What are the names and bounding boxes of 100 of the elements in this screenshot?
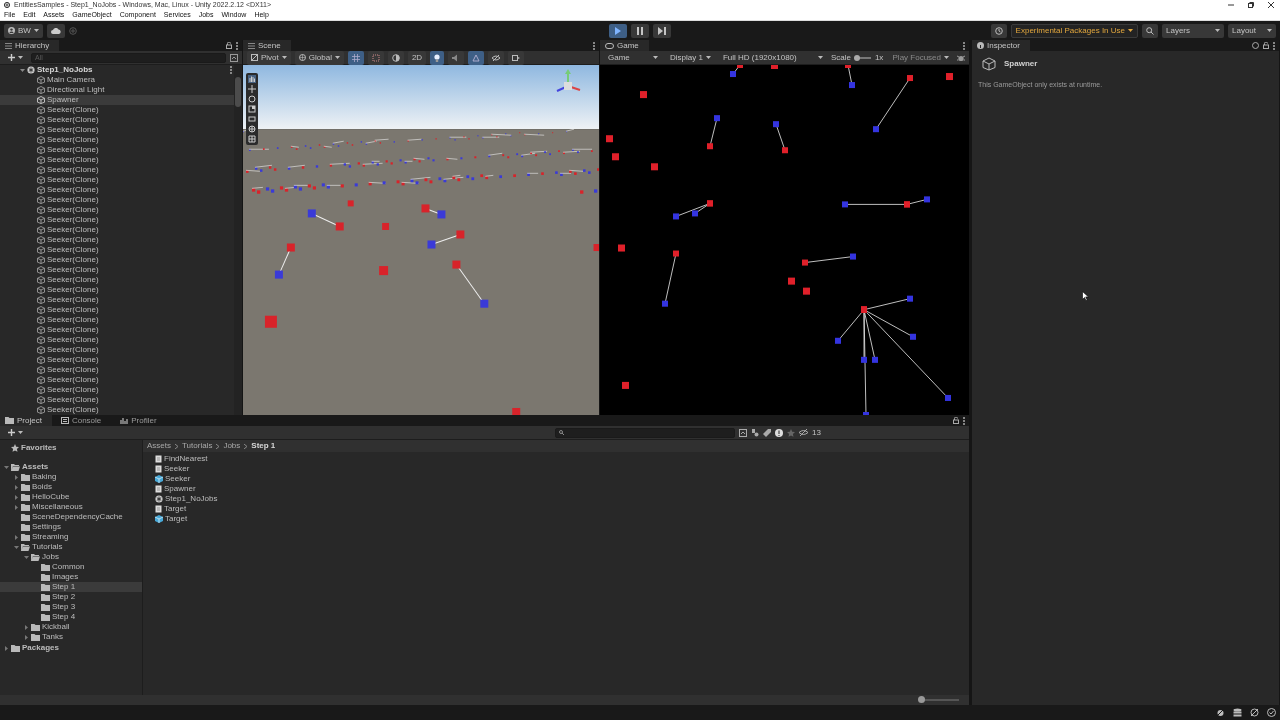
- scale-slider-thumb[interactable]: [854, 54, 861, 61]
- hierarchy-item[interactable]: Seeker(Clone): [0, 255, 234, 265]
- close-icon[interactable]: [1268, 2, 1274, 8]
- panel-tab[interactable]: Game: [600, 40, 649, 51]
- hierarchy-item[interactable]: Seeker(Clone): [0, 335, 234, 345]
- collapsed-arrow-icon[interactable]: [4, 645, 9, 651]
- folder-item[interactable]: SceneDependencyCache: [0, 512, 142, 522]
- hierarchy-item[interactable]: Seeker(Clone): [0, 225, 234, 235]
- scene-filter-icon[interactable]: [739, 428, 747, 437]
- favorites-item[interactable]: Favorites: [0, 443, 142, 453]
- hierarchy-item[interactable]: Seeker(Clone): [0, 155, 234, 165]
- layout-dropdown[interactable]: Layout: [1228, 23, 1276, 38]
- breadcrumb-link[interactable]: Tutorials: [182, 441, 213, 451]
- folder-item[interactable]: Tutorials: [0, 542, 142, 552]
- hierarchy-item[interactable]: Seeker(Clone): [0, 405, 234, 415]
- asset-item[interactable]: Step1_NoJobs: [155, 494, 957, 504]
- folder-item[interactable]: Assets: [0, 462, 142, 472]
- folder-item[interactable]: Step 2: [0, 592, 142, 602]
- lock-icon[interactable]: [226, 42, 232, 49]
- scene-root-item[interactable]: Step1_NoJobs: [0, 65, 234, 75]
- step-button[interactable]: [653, 23, 671, 38]
- hierarchy-item[interactable]: Spawner: [0, 95, 234, 105]
- rotate-icon[interactable]: [248, 95, 256, 103]
- account-dropdown[interactable]: BW: [4, 23, 43, 38]
- search-button[interactable]: [1142, 23, 1158, 38]
- asset-item[interactable]: FindNearest: [155, 454, 957, 464]
- breadcrumb-link[interactable]: Jobs: [223, 441, 241, 451]
- restore-icon[interactable]: [1248, 2, 1254, 8]
- breadcrumb-link[interactable]: Step 1: [251, 441, 276, 451]
- panel-tab[interactable]: Project: [0, 415, 52, 426]
- hierarchy-item[interactable]: Seeker(Clone): [0, 325, 234, 335]
- cache-server-icon[interactable]: [1233, 708, 1242, 717]
- hierarchy-item[interactable]: Seeker(Clone): [0, 175, 234, 185]
- custom-tool-icon[interactable]: [248, 135, 256, 143]
- hierarchy-item[interactable]: Seeker(Clone): [0, 145, 234, 155]
- play-mode-dropdown[interactable]: Play Focused: [888, 50, 953, 65]
- play-button[interactable]: [609, 23, 627, 38]
- rect-tool-icon[interactable]: [248, 115, 256, 123]
- hierarchy-item[interactable]: Seeker(Clone): [0, 115, 234, 125]
- hierarchy-item[interactable]: Seeker(Clone): [0, 185, 234, 195]
- collapsed-arrow-icon[interactable]: [14, 474, 19, 480]
- hidden-packages-icon[interactable]: [799, 429, 808, 436]
- warning-icon[interactable]: [775, 428, 783, 437]
- hierarchy-item[interactable]: Main Camera: [0, 75, 234, 85]
- hierarchy-item[interactable]: Seeker(Clone): [0, 135, 234, 145]
- lock-icon[interactable]: [953, 417, 959, 424]
- hierarchy-item[interactable]: Seeker(Clone): [0, 305, 234, 315]
- folder-item[interactable]: HelloCube: [0, 492, 142, 502]
- star-icon[interactable]: [787, 428, 795, 437]
- asset-item[interactable]: Seeker: [155, 464, 957, 474]
- scene-visibility-icon[interactable]: [230, 53, 238, 62]
- packages-dropdown[interactable]: Experimental Packages In Use: [1010, 23, 1138, 38]
- hierarchy-item[interactable]: Seeker(Clone): [0, 375, 234, 385]
- hierarchy-item[interactable]: Seeker(Clone): [0, 345, 234, 355]
- type-filter-icon[interactable]: [751, 428, 759, 437]
- resolution-dropdown[interactable]: Full HD (1920x1080): [718, 50, 827, 65]
- hierarchy-item[interactable]: Seeker(Clone): [0, 215, 234, 225]
- move-icon[interactable]: [248, 85, 256, 93]
- hierarchy-item[interactable]: Seeker(Clone): [0, 235, 234, 245]
- minimize-icon[interactable]: [1228, 2, 1234, 8]
- expanded-arrow-icon[interactable]: [4, 464, 9, 470]
- asset-item[interactable]: Seeker: [155, 474, 957, 484]
- hierarchy-item[interactable]: Seeker(Clone): [0, 245, 234, 255]
- history-button[interactable]: [990, 23, 1007, 38]
- asset-item[interactable]: Target: [155, 504, 957, 514]
- expanded-arrow-icon[interactable]: [14, 544, 19, 550]
- scale-icon[interactable]: [248, 105, 256, 113]
- zoom-slider-thumb[interactable]: [918, 696, 925, 703]
- folder-item[interactable]: Boids: [0, 482, 142, 492]
- hand-icon[interactable]: [248, 75, 256, 83]
- layers-dropdown[interactable]: Layers: [1162, 23, 1224, 38]
- label-icon[interactable]: [763, 428, 771, 437]
- scrollbar-thumb[interactable]: [235, 77, 241, 107]
- hierarchy-item[interactable]: Seeker(Clone): [0, 165, 234, 175]
- folder-item[interactable]: Jobs: [0, 552, 142, 562]
- hierarchy-item[interactable]: Seeker(Clone): [0, 395, 234, 405]
- lock-icon[interactable]: [1263, 42, 1269, 49]
- target-icon[interactable]: [1252, 42, 1259, 49]
- folder-item[interactable]: Miscellaneous: [0, 502, 142, 512]
- folder-item[interactable]: Step 3: [0, 602, 142, 612]
- hierarchy-item[interactable]: Seeker(Clone): [0, 285, 234, 295]
- hierarchy-item[interactable]: Seeker(Clone): [0, 195, 234, 205]
- pause-button[interactable]: [631, 23, 649, 38]
- folder-item[interactable]: Images: [0, 572, 142, 582]
- collapsed-arrow-icon[interactable]: [14, 494, 19, 500]
- panel-tab[interactable]: Hierarchy: [0, 40, 60, 51]
- folder-item[interactable]: Baking: [0, 472, 142, 482]
- expanded-arrow-icon[interactable]: [24, 554, 29, 560]
- scale-slider-track[interactable]: [854, 56, 871, 59]
- hierarchy-item[interactable]: Seeker(Clone): [0, 205, 234, 215]
- hierarchy-item[interactable]: Seeker(Clone): [0, 355, 234, 365]
- folder-item[interactable]: Step 4: [0, 612, 142, 622]
- debug-icon[interactable]: [1216, 708, 1225, 717]
- expanded-arrow-icon[interactable]: [20, 67, 25, 73]
- scrollbar[interactable]: [234, 65, 242, 415]
- cloud-button[interactable]: [46, 23, 65, 38]
- folder-item[interactable]: Streaming: [0, 532, 142, 542]
- hierarchy-item[interactable]: Directional Light: [0, 85, 234, 95]
- hierarchy-item[interactable]: Seeker(Clone): [0, 365, 234, 375]
- transform-icon[interactable]: [248, 125, 256, 133]
